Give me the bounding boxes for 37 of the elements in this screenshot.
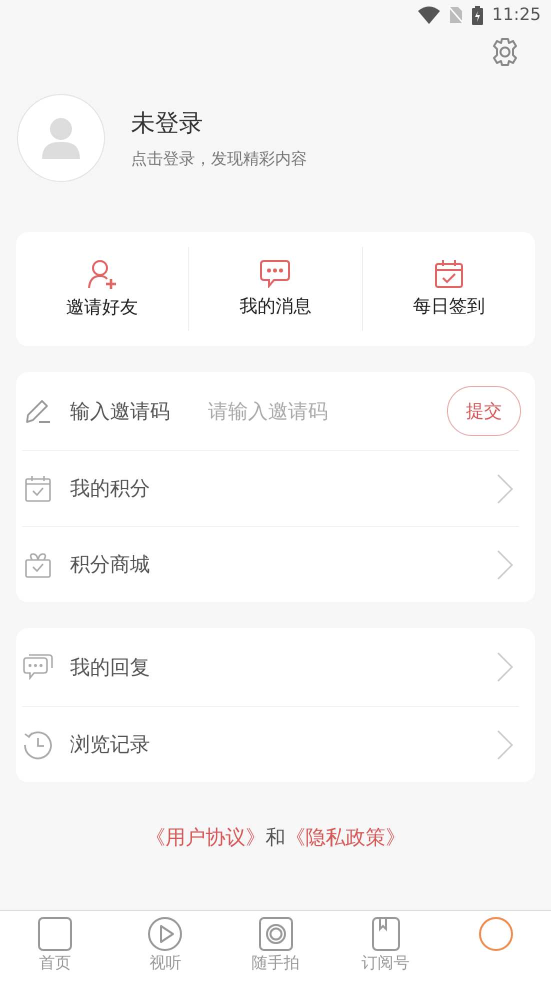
bookmark-book-icon [372, 917, 400, 951]
user-silhouette-icon [42, 117, 80, 159]
menu-label[interactable]: 浏览记录 [70, 731, 150, 758]
wifi-icon [418, 6, 440, 24]
add-user-icon [87, 259, 118, 289]
menu-label[interactable]: 我的回复 [70, 654, 150, 680]
circle-icon [478, 917, 513, 951]
calendar-check-icon [25, 476, 51, 502]
camera-icon [258, 917, 292, 951]
menu-label[interactable]: 积分商城 [70, 551, 150, 578]
login-hint: 点击登录，发现精彩内容 [131, 148, 307, 170]
chat-bubble-icon [260, 260, 290, 288]
chat-bubbles-icon [23, 653, 53, 681]
battery-icon [472, 6, 483, 24]
square-icon [38, 917, 72, 951]
chevron-right-icon [497, 474, 513, 504]
no-sim-icon [449, 6, 463, 24]
shortcut-button[interactable]: 每日签到 [362, 260, 535, 318]
login-status[interactable]: 未登录 [131, 106, 307, 138]
play-icon [148, 917, 182, 951]
submit-button[interactable]: 提交 [447, 386, 521, 436]
calendar-check-icon [434, 260, 463, 288]
status-time: 11:25 [492, 5, 541, 25]
menu-label: 输入邀请码 [70, 398, 170, 424]
chevron-right-icon [497, 730, 513, 760]
chevron-right-icon [497, 550, 513, 580]
history-icon [23, 730, 53, 760]
privacy-policy-link[interactable]: 《隐私政策》 [286, 825, 406, 849]
conjunction-text: 和 [266, 825, 286, 849]
menu-label[interactable]: 我的积分 [70, 475, 150, 502]
pencil-icon [25, 398, 51, 424]
invite-code-field[interactable]: 请输入邀请码 [206, 398, 447, 424]
gift-icon [25, 552, 51, 578]
user-agreement-link[interactable]: 《用户协议》 [146, 825, 266, 849]
shortcut-button[interactable]: 我的消息 [189, 260, 362, 318]
shortcut-button[interactable]: 邀请好友 [16, 259, 188, 319]
chevron-right-icon [497, 652, 513, 682]
